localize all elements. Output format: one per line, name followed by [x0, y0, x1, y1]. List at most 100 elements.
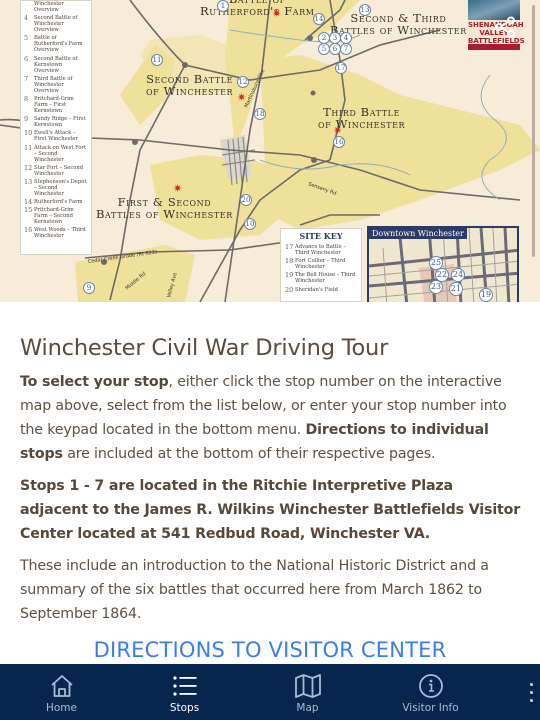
legend-item: 7 Third Battle of Winchester Overview: [24, 76, 88, 94]
legend-item: 11 Attack on West Fort – Second Wincheste…: [24, 143, 88, 162]
directions-to-visitor-center-link[interactable]: DIRECTIONS TO VISITOR CENTER: [20, 636, 520, 664]
legend-item-text: Sandy Ridge – First Kernstown: [34, 116, 86, 129]
legend-item-number: 20: [285, 285, 294, 294]
stop-marker-10[interactable]: 10: [244, 218, 256, 230]
legend-item-text: Ewell's Attack – First Winchester: [34, 130, 78, 143]
page-title: Winchester Civil War Driving Tour: [20, 335, 389, 361]
downtown-inset[interactable]: Downtown Winchester 25 22 24 23 21 19: [367, 226, 519, 302]
legend-item-number: 17: [285, 243, 294, 251]
nav-home-label: Home: [45, 701, 77, 714]
legend-item: 10 Ewell's Attack – First Winchester: [24, 130, 88, 142]
stop-marker-20[interactable]: 20: [240, 194, 252, 206]
legend-item: 8 Pritchard-Grim Farm – First Kernstown: [24, 96, 88, 114]
info-icon: [418, 673, 443, 698]
stop-marker-19[interactable]: 19: [479, 288, 493, 302]
nav-stops-label: Stops: [169, 701, 200, 714]
map-scrollbar[interactable]: [532, 5, 535, 257]
legend-item-number: 5: [24, 34, 29, 43]
stop-marker-16[interactable]: 16: [333, 136, 345, 148]
legend-item-text: Third Battle of Winchester Overview: [34, 75, 73, 94]
legend-item-text: Rutherford's Farm: [34, 199, 83, 206]
stop-marker-21[interactable]: 21: [449, 282, 463, 296]
legend-item: 6 Second Battle of Kernstown Overview: [24, 54, 88, 74]
legend-item-text: Star Fort – Second Winchester: [34, 164, 84, 177]
legend-item-number: 3: [24, 0, 34, 13]
stop-marker-14[interactable]: 14: [313, 13, 325, 25]
legend-item: 17 Advance to Battle – Third Winchester: [285, 244, 357, 256]
nav-home[interactable]: Home: [0, 664, 123, 720]
nav-visitor-info[interactable]: Visitor Info: [369, 664, 492, 720]
legend-item-number: 8: [24, 94, 29, 103]
stop-marker-11[interactable]: 11: [151, 54, 163, 66]
stop-marker-1[interactable]: 1: [217, 0, 229, 12]
more-vertical-icon: [529, 680, 533, 704]
stops-location-paragraph: Stops 1 - 7 are located in the Ritchie I…: [20, 478, 521, 542]
map-icon: [294, 673, 321, 698]
nav-visitor-info-label: Visitor Info: [402, 701, 459, 714]
legend-item-number: 11: [24, 143, 33, 152]
legend-item-text: Second Battle of Kernstown Overview: [34, 55, 78, 74]
battle-star-icon: ✷: [272, 7, 282, 20]
map-legend-panel: 3First Battle of Winchester Overview4Sec…: [20, 0, 92, 255]
battle-star-icon: ✷: [237, 91, 247, 104]
legend-item-number: 19: [285, 271, 294, 280]
legend-item: 9 Sandy Ridge – First Kernstown: [24, 116, 88, 128]
stop-marker-23[interactable]: 23: [429, 280, 443, 294]
battle-star-icon: ✷: [173, 182, 183, 195]
legend-item-number: 14: [24, 198, 33, 207]
battlefield-area: [260, 55, 540, 230]
legend-item-number: 16: [24, 226, 33, 235]
legend-item: 18 Fort Collier – Third Winchester: [285, 258, 357, 270]
legend-item: 13 Stephenson's Depot – Second Winchester: [24, 179, 88, 197]
nav-stops[interactable]: Stops: [123, 664, 246, 720]
legend-item-number: 6: [24, 54, 29, 63]
site-key-title: SITE KEY: [299, 231, 343, 241]
legend-item-text: The Bell House – Third Winchester: [295, 272, 356, 285]
battle-star-icon: ✷: [333, 124, 343, 137]
list-icon: [172, 675, 196, 696]
legend-item-text: West Woods – Third Winchester: [34, 227, 86, 240]
legend-item-text: Stephenson's Depot – Second Winchester: [34, 178, 87, 197]
downtown-title: Downtown Winchester: [369, 228, 467, 239]
battle-label-second-third: Second & Third Battles of Winchester: [330, 11, 467, 37]
stop-marker-18[interactable]: 18: [254, 108, 266, 120]
summary-paragraph: These include an introduction to the Nat…: [20, 558, 489, 622]
interactive-map[interactable]: Cedar Creek Grade (Rt 622) Middle Rd Val…: [0, 0, 540, 302]
stop-marker-7[interactable]: 7: [340, 43, 352, 55]
legend-item: 12 Star Fort – Second Winchester: [24, 163, 88, 177]
stop-marker-13[interactable]: 13: [359, 4, 371, 16]
legend-item-text: Battle of Rutherford's Farm Overview: [34, 35, 83, 54]
bottom-nav: Home Stops Map Visitor Info: [0, 664, 540, 720]
legend-item-number: 4: [24, 14, 29, 23]
legend-item-text: First Battle of Winchester Overview: [34, 0, 71, 13]
intro-bold-select: To select your stop: [20, 374, 169, 390]
legend-item-text: Fort Collier – Third Winchester: [295, 258, 346, 271]
legend-item-number: 15: [24, 206, 33, 215]
battle-label-first-second: First & Second Battles of Winchester: [96, 195, 233, 221]
more-menu-button[interactable]: [492, 664, 540, 720]
stop-marker-24[interactable]: 24: [451, 268, 465, 282]
legend-item: 4 Second Battle of Winchester Overview: [24, 15, 88, 33]
legend-item-number: 12: [24, 163, 33, 172]
battle-label-second: Second Battle of Winchester: [146, 72, 234, 98]
legend-item-text: Second Battle of Winchester Overview: [34, 15, 78, 34]
downtown-streets: [369, 228, 517, 302]
legend-item-text: Pritchard-Grim Farm – Second Kernstown: [34, 207, 74, 226]
legend-item: 5 Battle of Rutherford's Farm Overview: [24, 35, 88, 53]
share-icon[interactable]: [494, 16, 516, 38]
legend-item: 3First Battle of Winchester Overview: [24, 0, 88, 13]
legend-item-number: 9: [24, 115, 29, 124]
stop-marker-17[interactable]: 17: [335, 62, 347, 74]
legend-item: 14 Rutherford's Farm: [24, 198, 88, 207]
stop-marker-12[interactable]: 12: [237, 76, 249, 88]
legend-item: 16 West Woods – Third Winchester: [24, 227, 88, 239]
legend-item-number: 13: [24, 177, 33, 186]
nav-map[interactable]: Map: [246, 664, 369, 720]
legend-item-text: Advance to Battle – Third Winchester: [295, 244, 346, 256]
legend-item-number: 7: [24, 74, 29, 83]
legend-item-text: Pritchard-Grim Farm – First Kernstown: [34, 95, 74, 114]
intro-paragraph: To select your stop, either click the st…: [20, 370, 525, 466]
stop-marker-9[interactable]: 9: [83, 282, 95, 294]
legend-item: 20 Sheridan's Field: [285, 285, 357, 294]
legend-item-text: Sheridan's Field: [295, 286, 338, 293]
